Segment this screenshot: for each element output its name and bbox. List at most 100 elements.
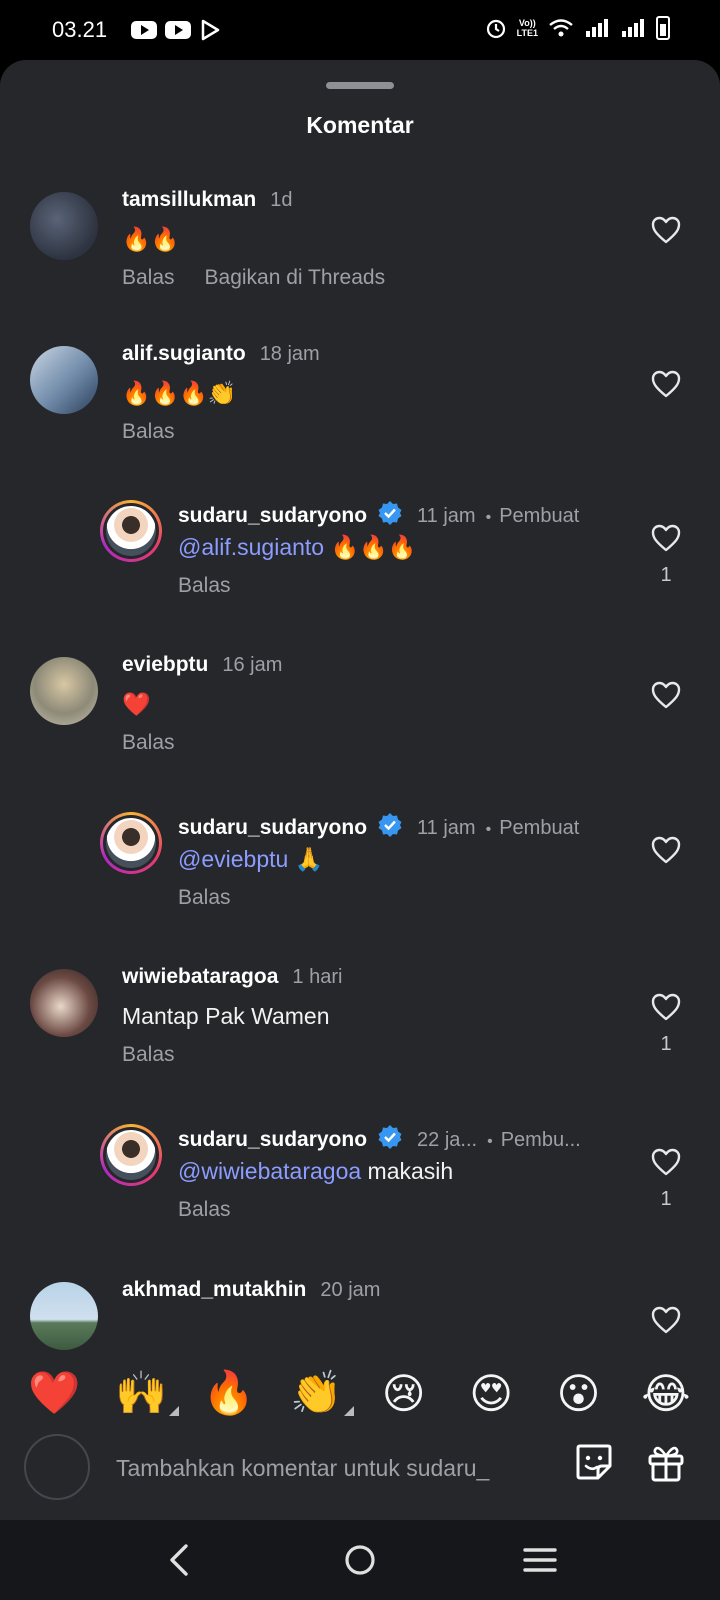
avatar[interactable] xyxy=(30,192,98,260)
sheet-title: Komentar xyxy=(306,112,414,138)
author-tag: Pembuat xyxy=(499,817,580,839)
mention-link[interactable]: @alif.sugianto xyxy=(178,534,324,560)
mention-link[interactable]: @eviebptu xyxy=(178,846,288,872)
heart-outline-icon[interactable] xyxy=(651,993,681,1021)
comment-item: tamsillukman 1d 🔥🔥 Balas Bagikan di Thre… xyxy=(0,180,720,330)
reply-button[interactable]: Balas xyxy=(122,1043,175,1067)
emoji-raised-hands-button[interactable]: 🙌 xyxy=(115,1368,180,1418)
drag-handle[interactable] xyxy=(326,82,394,89)
youtube-icon xyxy=(131,21,158,39)
comment-time: 22 ja... xyxy=(417,1129,478,1151)
reply-item: sudaru_sudaryono 11 jam • Pembuat @evieb… xyxy=(0,800,720,940)
avatar[interactable] xyxy=(30,969,98,1037)
system-nav-bar xyxy=(0,1520,720,1600)
like-control xyxy=(648,370,684,398)
reply-button[interactable]: Balas xyxy=(122,731,175,755)
reply-button[interactable]: Balas xyxy=(122,266,175,290)
comment-item: alif.sugianto 18 jam 🔥🔥🔥👏 Balas xyxy=(0,334,720,474)
lte-indicator: Vo)) LTE1 xyxy=(516,18,538,38)
verified-badge-icon xyxy=(378,501,402,525)
comment-text: @wiwiebataragoa makasih xyxy=(178,1158,454,1184)
reply-button[interactable]: Balas xyxy=(178,1198,231,1222)
wifi-icon xyxy=(549,19,573,37)
mention-link[interactable]: @wiwiebataragoa xyxy=(178,1158,361,1184)
heart-outline-icon[interactable] xyxy=(651,836,681,864)
reply-item: sudaru_sudaryono 11 jam • Pembuat @alif.… xyxy=(0,488,720,628)
like-control xyxy=(648,681,684,709)
heart-outline-icon[interactable] xyxy=(651,681,681,709)
avatar[interactable] xyxy=(30,657,98,725)
comment-time: 16 jam xyxy=(222,654,283,676)
comment-username[interactable]: alif.sugianto xyxy=(122,342,246,366)
avatar[interactable] xyxy=(30,346,98,414)
avatar-story-ring[interactable] xyxy=(100,1124,162,1186)
comment-text: Mantap Pak Wamen xyxy=(122,1003,330,1029)
comment-username[interactable]: sudaru_sudaryono xyxy=(178,1128,367,1152)
sticker-icon[interactable] xyxy=(572,1440,616,1484)
status-bar: 03.21 Vo)) LTE1 xyxy=(0,0,720,60)
comment-username[interactable]: eviebptu xyxy=(122,653,208,677)
comment-text: @eviebptu 🙏 xyxy=(178,846,324,872)
comment-composer xyxy=(0,1420,720,1520)
emoji-heart-eyes-button[interactable]: 😍 xyxy=(465,1369,517,1418)
status-right: Vo)) LTE1 xyxy=(485,16,670,40)
author-tag: Pembuat xyxy=(499,505,580,527)
comment-username[interactable]: wiwiebataragoa xyxy=(122,965,278,989)
comments-sheet: Komentar tamsillukman 1d 🔥🔥 Balas Bagika… xyxy=(0,60,720,1520)
skin-tone-indicator xyxy=(344,1406,355,1416)
comments-list[interactable]: tamsillukman 1d 🔥🔥 Balas Bagikan di Thre… xyxy=(0,180,720,1400)
reply-item: sudaru_sudaryono 22 ja... • Pembu... @wi… xyxy=(0,1112,720,1252)
like-control: 1 xyxy=(648,524,684,587)
comment-input[interactable] xyxy=(116,1448,546,1488)
verified-badge-icon xyxy=(378,1125,402,1149)
emoji-crying-button[interactable]: 😢 xyxy=(378,1369,430,1418)
skin-tone-indicator xyxy=(169,1406,180,1416)
nav-home-icon[interactable] xyxy=(330,1530,390,1590)
reply-button[interactable]: Balas xyxy=(178,886,231,910)
comment-text: 🔥🔥🔥👏 xyxy=(122,380,237,406)
emoji-surprised-button[interactable]: 😮 xyxy=(553,1369,605,1418)
reply-button[interactable]: Balas xyxy=(178,574,231,598)
heart-outline-icon[interactable] xyxy=(651,216,681,244)
gift-icon[interactable] xyxy=(644,1440,688,1484)
comment-time: 20 jam xyxy=(320,1279,381,1301)
battery-icon xyxy=(656,16,670,40)
emoji-clap-button[interactable]: 👏 xyxy=(290,1368,355,1418)
comment-username[interactable]: sudaru_sudaryono xyxy=(178,816,367,840)
heart-outline-icon[interactable] xyxy=(651,524,681,552)
comment-text: 🔥🔥 xyxy=(122,226,180,252)
like-control: 1 xyxy=(648,993,684,1056)
youtube-icon xyxy=(165,21,192,39)
heart-outline-icon[interactable] xyxy=(651,1306,681,1334)
play-store-icon xyxy=(201,19,220,41)
comment-time: 1d xyxy=(270,189,293,211)
avatar-story-ring[interactable] xyxy=(100,812,162,874)
like-count: 1 xyxy=(660,1033,672,1055)
status-time: 03.21 xyxy=(52,17,108,42)
reply-button[interactable]: Balas xyxy=(122,420,175,444)
heart-outline-icon[interactable] xyxy=(651,1148,681,1176)
heart-outline-icon[interactable] xyxy=(651,370,681,398)
comment-time: 1 hari xyxy=(292,966,343,988)
comment-username[interactable]: sudaru_sudaryono xyxy=(178,504,367,528)
signal-icon xyxy=(586,19,608,37)
comment-item: wiwiebataragoa 1 hari Mantap Pak Wamen B… xyxy=(0,957,720,1097)
verified-badge-icon xyxy=(378,813,402,837)
emoji-laughing-button[interactable]: 😂 xyxy=(640,1369,692,1418)
comment-time: 18 jam xyxy=(259,343,320,365)
comment-time: 11 jam xyxy=(417,505,476,527)
signal-icon xyxy=(622,19,644,37)
like-count: 1 xyxy=(660,564,672,586)
emoji-fire-button[interactable]: 🔥 xyxy=(203,1368,255,1418)
share-threads-button[interactable]: Bagikan di Threads xyxy=(205,266,386,290)
nav-back-icon[interactable] xyxy=(150,1530,210,1590)
alarm-icon xyxy=(486,19,505,39)
like-count: 1 xyxy=(660,1188,672,1210)
comment-username[interactable]: tamsillukman xyxy=(122,188,256,212)
nav-recents-icon[interactable] xyxy=(510,1530,570,1590)
comment-username[interactable]: akhmad_mutakhin xyxy=(122,1278,306,1302)
avatar-story-ring[interactable] xyxy=(100,500,162,562)
emoji-heart-button[interactable]: ❤️ xyxy=(28,1368,80,1418)
comment-text: ❤️ xyxy=(122,691,151,717)
author-tag: Pembu... xyxy=(500,1129,581,1151)
